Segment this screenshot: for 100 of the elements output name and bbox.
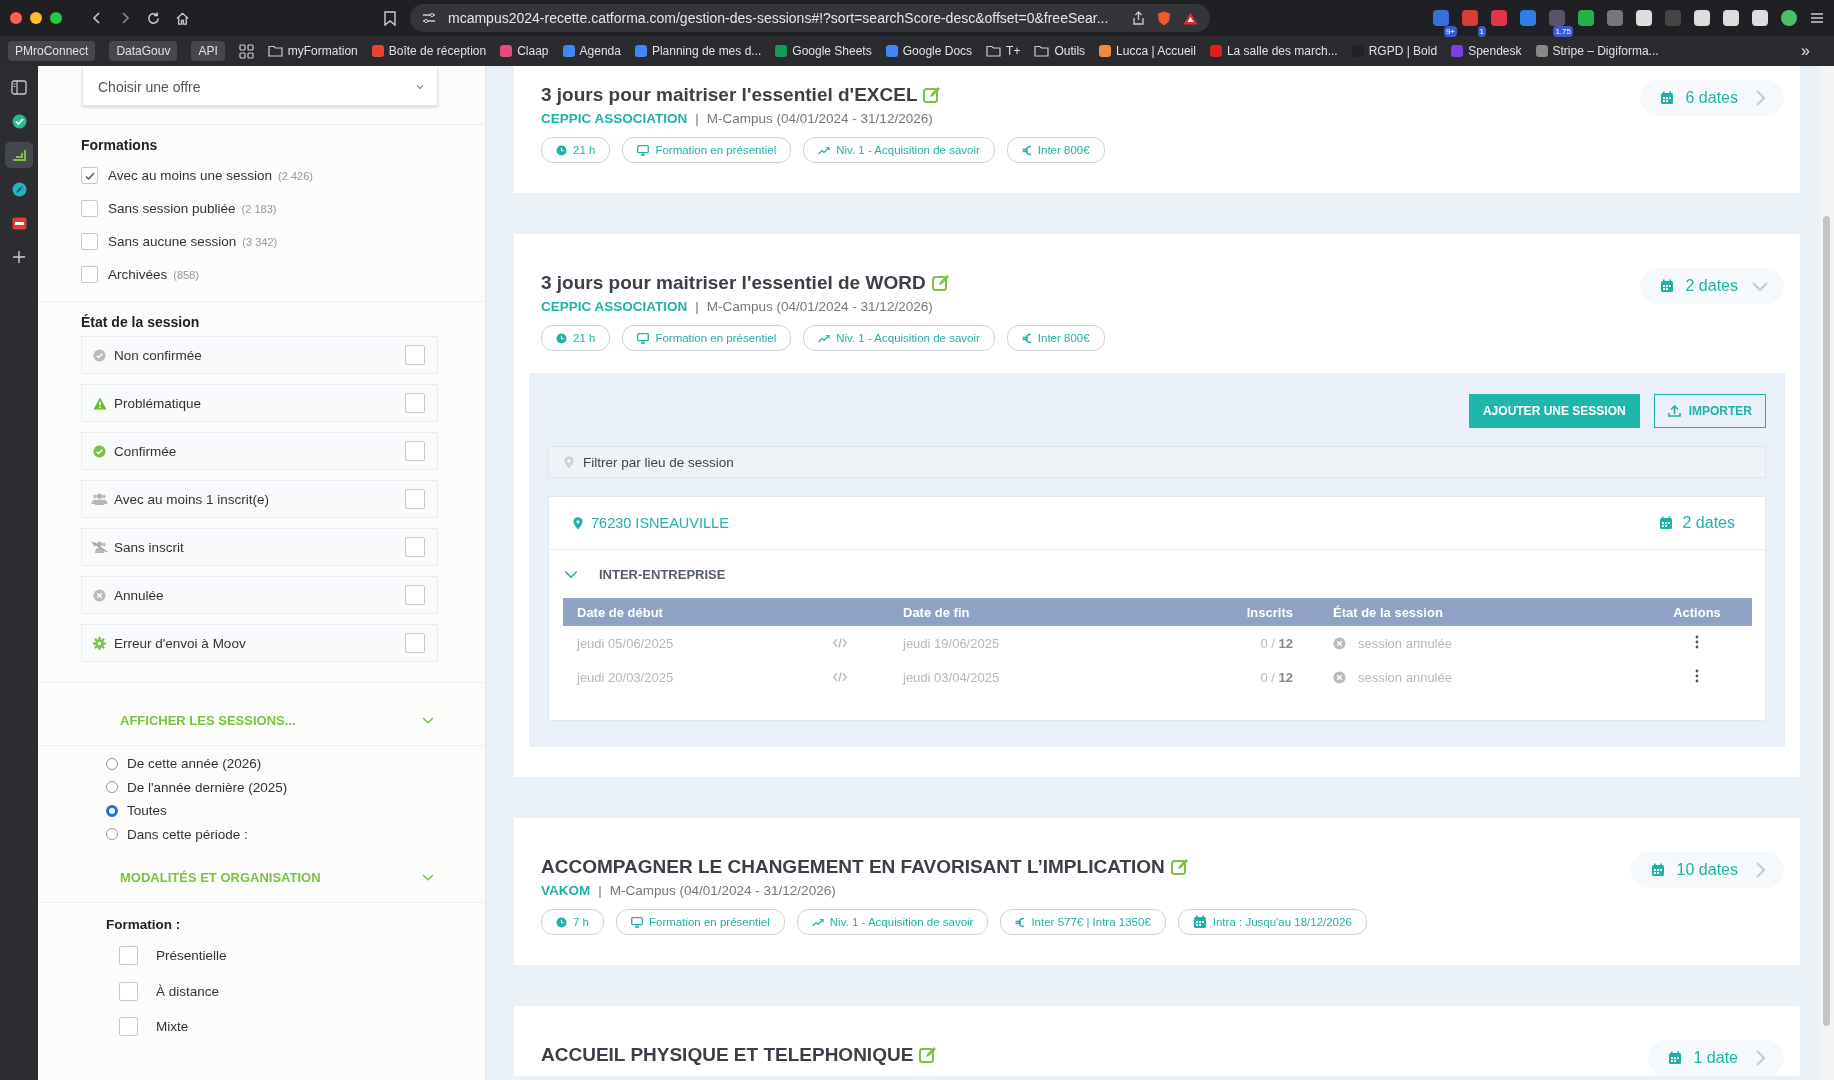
scrollbar[interactable] xyxy=(1823,216,1830,1026)
extension-icon[interactable] xyxy=(1520,10,1536,26)
bookmark-link[interactable]: Planning de mes d... xyxy=(634,44,762,58)
share-icon[interactable] xyxy=(1132,11,1145,25)
calendar-icon xyxy=(11,216,27,230)
bookmark-button[interactable]: PMroConnect xyxy=(8,41,96,61)
bookmark-folder[interactable]: Outils xyxy=(1034,44,1086,58)
checkbox[interactable] xyxy=(119,981,138,1001)
extension-icon[interactable] xyxy=(1491,10,1507,26)
menu-icon[interactable] xyxy=(1810,11,1824,25)
more-bookmarks-button[interactable]: » xyxy=(1801,42,1826,60)
checkbox[interactable] xyxy=(119,1017,138,1037)
bookmark-icon[interactable] xyxy=(384,10,396,26)
extension-icon[interactable] xyxy=(1578,10,1594,26)
bookmark-link[interactable]: Stripe – Digiforma... xyxy=(1535,44,1659,58)
course-title[interactable]: 3 jours pour maitriser l'essentiel de WORD xyxy=(541,272,926,294)
radio-button[interactable] xyxy=(106,828,118,841)
home-icon[interactable] xyxy=(175,10,190,26)
edit-icon[interactable] xyxy=(931,274,950,292)
bookmark-link[interactable]: Spendesk xyxy=(1451,44,1522,58)
checkbox[interactable] xyxy=(81,200,98,217)
extension-badge: 1.75 xyxy=(1553,26,1573,37)
bookmark-link[interactable]: Lucca | Accueil xyxy=(1099,44,1196,58)
radio-button[interactable] xyxy=(106,781,118,794)
course-title[interactable]: 3 jours pour maitriser l'essentiel d'EXCEL xyxy=(541,84,918,106)
checkbox[interactable] xyxy=(405,633,425,653)
filter-option[interactable]: Erreur d'envoi à Moov xyxy=(81,624,438,662)
close-window-button[interactable] xyxy=(10,12,22,24)
checkbox-label: Sans session publiée xyxy=(108,201,236,216)
bookmark-button[interactable]: API xyxy=(191,41,225,61)
checkbox[interactable] xyxy=(405,489,425,509)
checkbox[interactable] xyxy=(405,345,425,365)
section-title: État de la session xyxy=(81,314,201,330)
cross-circle-icon xyxy=(1333,670,1346,684)
address-bar[interactable]: mcampus2024-recette.catforma.com/gestion-des-sessions#!?sort=searchScore-desc&offset=0&freeSear... xyxy=(410,4,1210,32)
clock-icon xyxy=(556,916,567,928)
extension-icon[interactable] xyxy=(1723,10,1739,26)
bookmark-folder[interactable]: myFormation xyxy=(267,44,358,58)
extension-icon[interactable] xyxy=(1433,10,1449,26)
checkbox[interactable] xyxy=(405,393,425,413)
lion-shield-icon[interactable] xyxy=(1157,10,1171,26)
calendar-icon xyxy=(1658,516,1673,530)
more-options-icon[interactable] xyxy=(1695,634,1699,649)
checkbox[interactable] xyxy=(81,233,98,250)
count-label: (2 426) xyxy=(278,169,313,182)
offer-select[interactable]: Choisir une offre xyxy=(82,68,438,106)
bookmark-link[interactable]: Google Docs xyxy=(885,44,973,58)
filter-option[interactable]: Sans inscrit xyxy=(81,528,438,566)
radio-label: Toutes xyxy=(127,803,167,819)
checkbox[interactable] xyxy=(81,167,98,184)
filter-option[interactable]: Annulée xyxy=(81,576,438,614)
bookmark-link[interactable]: RGPD | Bold xyxy=(1351,44,1438,58)
radio-button[interactable] xyxy=(106,757,118,770)
extension-icon[interactable] xyxy=(1462,10,1478,26)
edit-icon[interactable] xyxy=(1170,858,1189,876)
extension-icon[interactable] xyxy=(1752,10,1768,26)
bookmark-link[interactable]: Claap xyxy=(500,44,549,58)
calendar-icon xyxy=(1659,91,1674,105)
maximize-window-button[interactable] xyxy=(50,12,62,24)
extension-icon[interactable] xyxy=(1607,10,1623,26)
bookmark-link[interactable]: La salle des march... xyxy=(1209,44,1338,58)
count-label: (3 342) xyxy=(242,235,278,248)
sidebar-app-button[interactable] xyxy=(5,142,33,168)
group-toggle[interactable]: INTER-ENTREPRISE xyxy=(549,550,1765,582)
extension-icon[interactable] xyxy=(1694,10,1710,26)
info-tag: 21 h xyxy=(541,325,611,351)
more-options-icon[interactable] xyxy=(1695,668,1699,683)
bookmark-folder[interactable]: T+ xyxy=(986,44,1021,58)
triangle-icon[interactable] xyxy=(1183,11,1198,25)
location-filter-field[interactable]: Filtrer par lieu de session xyxy=(548,446,1766,478)
checkbox[interactable] xyxy=(81,266,98,283)
trend-icon xyxy=(811,917,824,927)
filter-option[interactable]: Confirmée xyxy=(81,432,438,470)
reload-icon[interactable] xyxy=(146,10,161,26)
filter-option[interactable]: Problématique xyxy=(81,384,438,422)
site-settings-icon[interactable] xyxy=(422,12,436,24)
table-cell-text: jeudi 19/06/2025 xyxy=(903,635,1001,651)
bookmark-link[interactable]: Agenda xyxy=(562,44,621,58)
bookmark-link[interactable]: Boîte de réception xyxy=(371,44,487,58)
profile-avatar[interactable] xyxy=(1781,10,1797,26)
filter-option[interactable]: Avec au moins 1 inscrit(e) xyxy=(81,480,438,518)
bookmark-link[interactable]: Google Sheets xyxy=(775,44,872,58)
radio-button[interactable] xyxy=(106,804,118,817)
bookmark-button[interactable]: DataGouv xyxy=(109,41,178,61)
filter-option[interactable]: Non confirmée xyxy=(81,336,438,374)
checkbox[interactable] xyxy=(119,946,138,966)
checkbox[interactable] xyxy=(405,585,425,605)
edit-icon[interactable] xyxy=(919,1046,938,1064)
checkbox[interactable] xyxy=(405,441,425,461)
apps-grid-icon[interactable] xyxy=(238,43,254,59)
course-title[interactable]: ACCUEIL PHYSIQUE ET TELEPHONIQUE xyxy=(541,1044,914,1066)
checkbox-label: Présentielle xyxy=(156,948,227,964)
info-tag: Niv. 1 - Acquisition de savoir xyxy=(796,909,989,935)
count-label: (2 183) xyxy=(241,202,277,215)
extension-icon[interactable] xyxy=(1636,10,1652,26)
course-title[interactable]: ACCOMPAGNER LE CHANGEMENT EN FAVORISANT L’IMPLICATION xyxy=(541,856,1165,878)
minimize-window-button[interactable] xyxy=(30,12,42,24)
radio-label: De cette année (2026) xyxy=(127,756,262,772)
edit-icon[interactable] xyxy=(923,86,942,104)
checkbox[interactable] xyxy=(405,537,425,557)
